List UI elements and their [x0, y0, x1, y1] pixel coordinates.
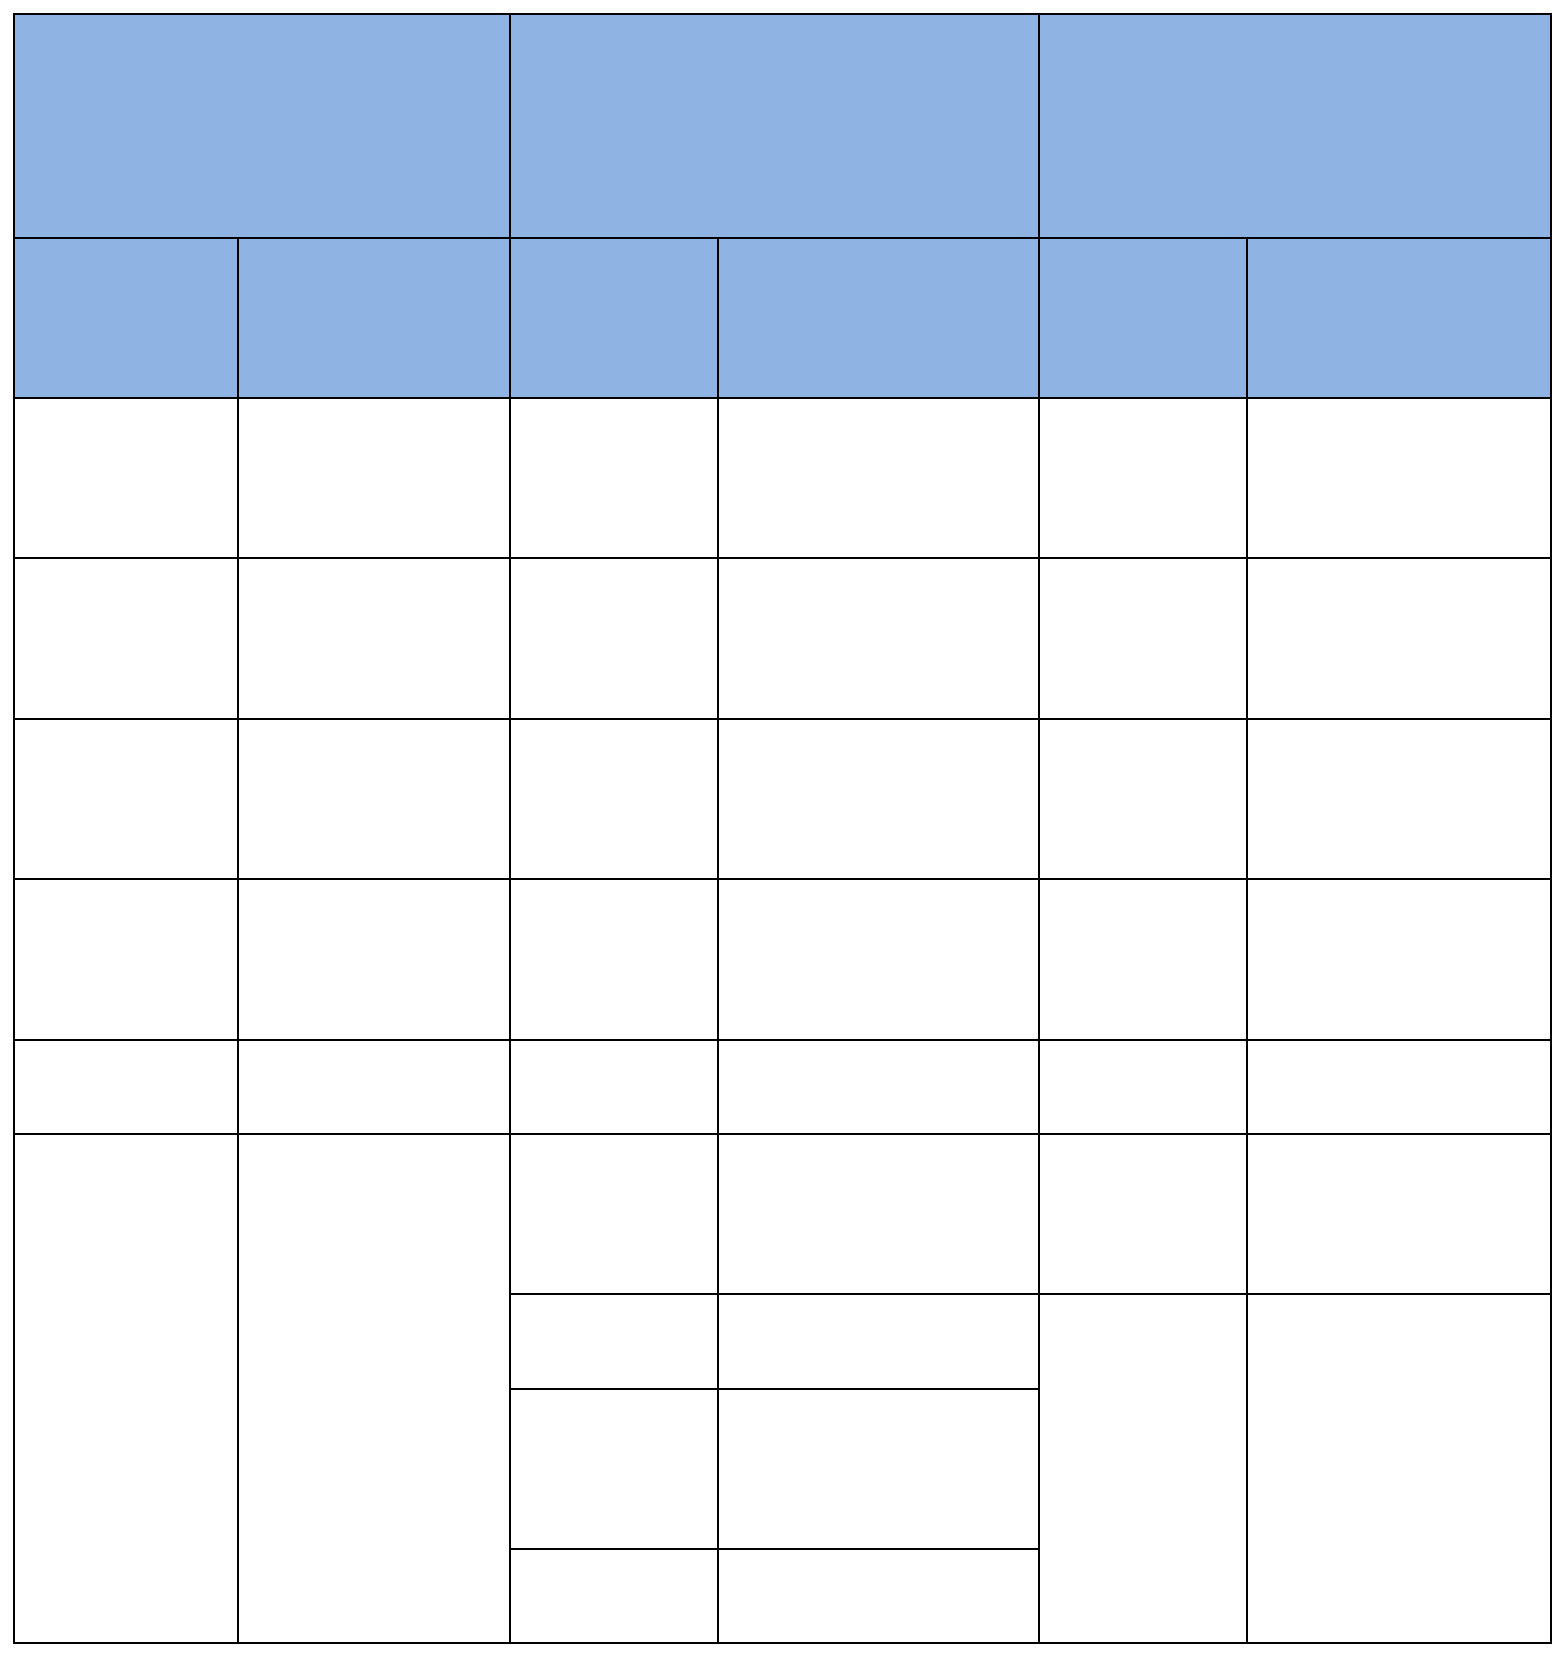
- table-cell: [1246, 878, 1552, 1041]
- table-cell: [717, 1548, 1040, 1644]
- table-cell: [13, 878, 239, 1041]
- table-cell: [1038, 557, 1248, 720]
- table-cell: [717, 718, 1040, 880]
- table-cell: [717, 1133, 1040, 1295]
- group-header-cell-3: [1038, 13, 1552, 239]
- group-header-row: [13, 13, 1552, 239]
- table-cell: [509, 397, 719, 559]
- sub-header-cell-1: [13, 237, 239, 399]
- table-cell: [1038, 718, 1248, 880]
- sub-header-cell-2: [237, 237, 511, 399]
- table-cell: [237, 557, 511, 720]
- table-row: [13, 878, 1552, 1041]
- sub-header-cell-5: [1038, 237, 1248, 399]
- table-cell: [1246, 1133, 1552, 1295]
- table-row: [13, 1039, 1552, 1135]
- table-cell: [717, 1388, 1040, 1550]
- table-cell: [509, 1388, 719, 1550]
- table-cell: [717, 397, 1040, 559]
- table-cell: [509, 878, 719, 1041]
- sub-header-cell-6: [1246, 237, 1552, 399]
- table-cell: [13, 397, 239, 559]
- table-cell: [717, 878, 1040, 1041]
- table-cell: [237, 878, 511, 1041]
- table-cell: [509, 718, 719, 880]
- table-cell: [509, 1293, 719, 1390]
- group-header-cell-2: [509, 13, 1040, 239]
- table-cell: [237, 397, 511, 559]
- table-cell: [1038, 397, 1248, 559]
- table-cell: [13, 1039, 239, 1135]
- merged-cell: [1246, 1293, 1552, 1644]
- group-header-cell-1: [13, 13, 511, 239]
- sub-header-row: [13, 237, 1552, 399]
- table-cell: [509, 1133, 719, 1295]
- table-cell: [1246, 718, 1552, 880]
- table-cell: [1038, 878, 1248, 1041]
- table-cell: [1246, 1039, 1552, 1135]
- data-table: [13, 13, 1552, 1644]
- table-cell: [717, 1039, 1040, 1135]
- merged-cell: [237, 1133, 511, 1644]
- table-cell: [237, 1039, 511, 1135]
- table-cell: [717, 1293, 1040, 1390]
- table-cell: [1038, 1133, 1248, 1295]
- table-row: [13, 718, 1552, 880]
- table-row: [13, 557, 1552, 720]
- table-cell: [1246, 397, 1552, 559]
- table-cell: [1246, 557, 1552, 720]
- sub-header-cell-3: [509, 237, 719, 399]
- merged-cell: [1038, 1293, 1248, 1644]
- table-cell: [717, 557, 1040, 720]
- table-cell: [509, 557, 719, 720]
- table-row: [13, 1133, 1552, 1644]
- table-row: [13, 397, 1552, 559]
- table-cell: [1038, 1039, 1248, 1135]
- table-cell: [13, 718, 239, 880]
- table-cell: [13, 557, 239, 720]
- merged-cell: [13, 1133, 239, 1644]
- table-cell: [237, 718, 511, 880]
- table-cell: [509, 1039, 719, 1135]
- sub-header-cell-4: [717, 237, 1040, 399]
- table-cell: [509, 1548, 719, 1644]
